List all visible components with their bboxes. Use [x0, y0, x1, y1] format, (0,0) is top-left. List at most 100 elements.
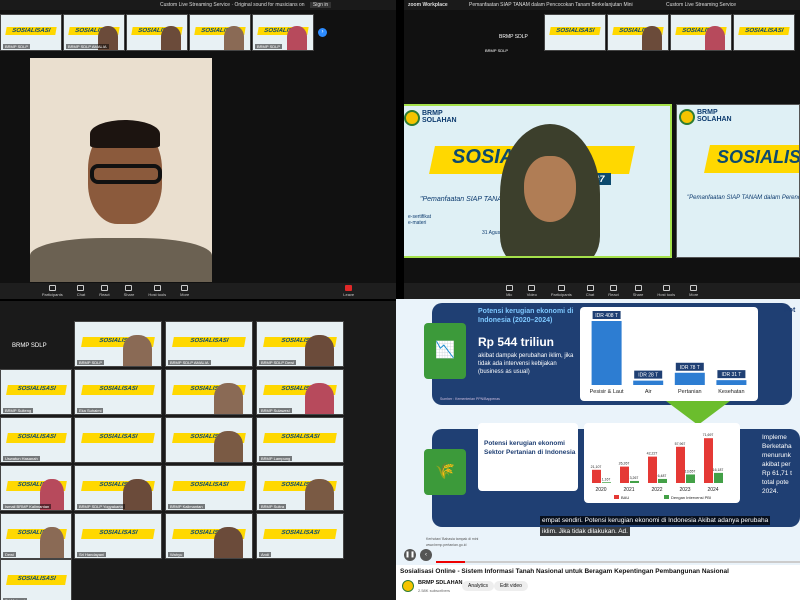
analytics-button[interactable]: Analytics — [462, 581, 495, 591]
gallery-tile[interactable]: SOSIALISASISri Mulyani — [0, 559, 72, 600]
zoom-window-right: zoom Workplace Pemanfaatan SIAP TANAM da… — [404, 0, 800, 299]
right-line: akibat per — [762, 461, 791, 468]
caption-line-1: empat sendiri. Potensi kerugian ekonomi … — [540, 516, 771, 525]
thumb-1[interactable]: SOSIALISASI BRMP SDLP AMALIA — [63, 14, 125, 51]
gallery-tile[interactable]: SOSIALISASI Ismail BRMP Kalimantan — [0, 465, 72, 511]
chat-button[interactable]: Chat — [77, 285, 85, 297]
gallery-tile[interactable]: SOSIALISASI BRMP Kalimantan — [165, 465, 253, 511]
thumb-2[interactable]: SOSIALISASI — [670, 14, 732, 51]
gallery-tile[interactable]: SOSIALISASI BRMP Sulteng — [0, 369, 72, 415]
react-button[interactable]: React — [99, 285, 110, 297]
legend-swatch — [664, 495, 669, 499]
thumb-0[interactable]: SOSIALISASI BRMP SDLP — [0, 14, 62, 51]
gallery-tile[interactable]: SOSIALISASI Eka Suhaimi — [74, 369, 162, 415]
participant-name: BRMP SDLP — [77, 360, 105, 365]
pause-button[interactable]: ❚❚ — [404, 549, 416, 561]
thumb-3[interactable]: SOSIALISASI — [189, 14, 251, 51]
tab-label-right[interactable]: Custom Live Streaming Service — [666, 2, 736, 8]
presenter-video: BRMP SOLAHAN SOSIALISASI ONLINE #7 "Pema… — [404, 104, 672, 258]
host-tools-button[interactable]: Host tools — [657, 285, 675, 297]
category-label: Pesisir & Laut — [590, 389, 624, 395]
down-arrow-icon — [666, 401, 730, 425]
name-tag-small: BRMP SDLP — [485, 48, 509, 53]
bar — [716, 380, 747, 385]
value-label: IDR 31 T — [721, 372, 741, 378]
progress-bar[interactable] — [436, 561, 800, 563]
participant-face — [305, 383, 335, 414]
thumbnail-strip: SOSIALISASI SOSIALISASI SOSIALISASI SOSI… — [544, 14, 800, 52]
participant-name: BRMP SDLP Dewi — [259, 360, 296, 365]
gallery-tile[interactable]: SOSIALISASI BRMP Sulawesi — [256, 369, 344, 415]
sign-in-button[interactable]: Sign in — [309, 2, 332, 8]
bar-bau — [620, 466, 629, 483]
video-button[interactable]: Video — [527, 285, 537, 297]
gallery-tile[interactable]: SOSIALISASI BRMP SDLP — [74, 321, 162, 367]
sector-loss-chart: IDR 408 T Pesisir & Laut IDR 28 T Air IDR 78… — [590, 311, 747, 395]
tab-label-2[interactable]: Original sound for musicians on — [234, 2, 304, 8]
edit-video-button[interactable]: Edit video — [494, 581, 528, 591]
participant-name: Wahyu — [168, 552, 185, 557]
channel-name[interactable]: BRMP SDLAHAN — [418, 580, 463, 586]
gallery-tile[interactable]: SOSIALISASI — [165, 369, 253, 415]
category-label: Kesehatan — [718, 389, 744, 395]
react-button[interactable]: React — [608, 285, 619, 297]
tab-label[interactable]: Custom Live Streaming Service — [160, 2, 230, 8]
bar — [633, 380, 664, 385]
thumb-2[interactable]: SOSIALISASI — [126, 14, 188, 51]
category-label: Pertanian — [678, 389, 702, 395]
value-label: IDR 408 T — [595, 313, 618, 319]
gallery-tile[interactable]: SOSIALISASI Andi — [256, 513, 344, 559]
share-button[interactable]: Share — [633, 285, 643, 297]
next-page-icon[interactable]: › — [318, 28, 327, 37]
bar — [674, 372, 705, 385]
section1-amount: Rp 544 triliun — [478, 335, 555, 349]
thumb-4[interactable]: SOSIALISASI BRMP SDLP — [252, 14, 314, 51]
share-button[interactable]: Share — [124, 285, 134, 297]
thumb-3[interactable]: SOSIALISASI — [733, 14, 795, 51]
gallery-tile[interactable]: SOSIALISASI BRMP SDLP Dewi — [256, 321, 344, 367]
year-label: 2022 — [651, 487, 662, 493]
gallery-tile[interactable]: SOSIALISASI BRMP Lampung — [256, 417, 344, 463]
browser-tab-bar: zoom Workplace Pemanfaatan SIAP TANAM da… — [404, 0, 800, 10]
gallery-tile[interactable]: SOSIALISASI — [165, 417, 253, 463]
channel-avatar[interactable] — [402, 580, 414, 592]
gallery-tile[interactable]: SOSIALISASI Wahyu — [165, 513, 253, 559]
line-chart-panel: 21,107 1,167 2020 26,267 3,267 2021 42,227 6,48… — [584, 423, 740, 503]
participant-name: Eka Suhaimi — [77, 408, 104, 413]
thumb-1[interactable]: SOSIALISASI — [607, 14, 669, 51]
participant-face — [286, 25, 307, 50]
participant-face — [123, 335, 153, 366]
participant-face — [214, 383, 244, 414]
tab-label[interactable]: Pemanfaatan SIAP TANAM dalam Pencocokan … — [469, 2, 633, 8]
name-tag: BRMP SDLP — [499, 34, 528, 40]
participant-name: BRMP SDLP AMALIA — [66, 44, 109, 49]
chat-button[interactable]: Chat — [586, 285, 594, 297]
gallery-tile[interactable]: SOSIALISASI — [74, 417, 162, 463]
participants-button[interactable]: Participants — [551, 285, 572, 297]
gallery-tile[interactable]: SOSIALISASI BRMP Sultra — [256, 465, 344, 511]
gallery-tile[interactable]: SOSIALISASI BRMP SDLP Yogyakarta — [74, 465, 162, 511]
gallery-tile[interactable]: SOSIALISASI Sri Handayani — [74, 513, 162, 559]
more-button[interactable]: More — [689, 285, 698, 297]
participant-name: Ismail BRMP Kalimantan — [3, 504, 52, 509]
mic-button[interactable]: Mic — [505, 285, 513, 297]
zoom-window-left: Custom Live Streaming Service · Original… — [0, 0, 396, 299]
banner: SOSIALISASI — [263, 529, 337, 540]
gallery-tile[interactable]: SOSIALISASI Uswatun Hasanah — [0, 417, 72, 463]
host-tools-button[interactable]: Host tools — [148, 285, 166, 297]
participants-button[interactable]: Participants — [42, 285, 63, 297]
participant-name: Andi — [259, 552, 272, 557]
gallery-tile[interactable]: SOSIALISASI Dewi — [0, 513, 72, 559]
leave-button[interactable]: Leave — [343, 285, 354, 297]
more-button[interactable]: More — [180, 285, 189, 297]
participant-name: BRMP SDLP — [255, 44, 283, 49]
back-button[interactable]: ‹ — [420, 549, 432, 561]
year-label: 2023 — [679, 487, 690, 493]
value-label: 21,107 — [591, 465, 602, 469]
participant-face — [641, 25, 662, 50]
gallery-tile[interactable]: SOSIALISASI BRMP SDLP AMALIA — [165, 321, 253, 367]
section2-title: Potensi kerugian ekonomi Sektor Pertania… — [484, 440, 576, 456]
thumb-0[interactable]: SOSIALISASI — [544, 14, 606, 51]
banner: SOSIALISASI — [81, 433, 155, 444]
participant-face — [123, 479, 153, 510]
